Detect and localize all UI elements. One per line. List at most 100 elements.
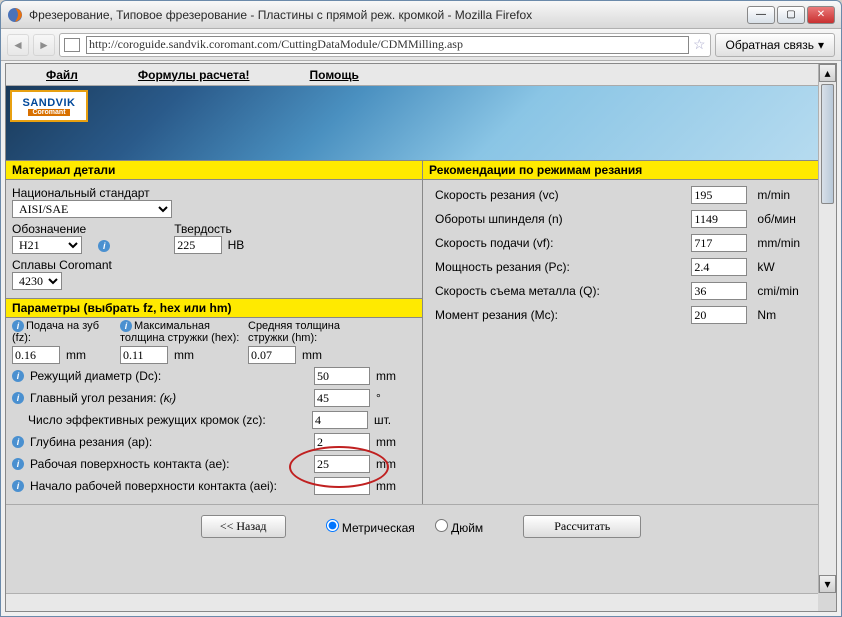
coroguide-app: Файл Формулы расчета! Помощь SANDVIK Cor… xyxy=(6,64,836,548)
metric-radio[interactable] xyxy=(326,519,339,532)
close-button[interactable]: ✕ xyxy=(807,6,835,24)
zc-input[interactable] xyxy=(312,411,368,429)
ap-label: Глубина резания (aр): xyxy=(30,435,310,449)
vf-label: Скорость подачи (vf): xyxy=(431,232,685,254)
menu-help[interactable]: Помощь xyxy=(310,68,359,82)
n-output[interactable] xyxy=(691,210,747,228)
info-icon[interactable] xyxy=(12,370,24,382)
vc-output[interactable] xyxy=(691,186,747,204)
mc-unit: Nm xyxy=(753,304,828,326)
maximize-button[interactable]: ▢ xyxy=(777,6,805,24)
desig-label: Обозначение xyxy=(12,222,86,236)
results-table: Скорость резания (vc) m/min Обороты шпинд… xyxy=(429,182,830,328)
minimize-button[interactable]: — xyxy=(747,6,775,24)
menu-formulas[interactable]: Формулы расчета! xyxy=(138,68,250,82)
aei-unit: mm xyxy=(376,479,416,493)
info-icon[interactable] xyxy=(98,240,110,252)
hex-unit: mm xyxy=(174,348,214,362)
pc-unit: kW xyxy=(753,256,828,278)
zc-unit: шт. xyxy=(374,413,414,427)
url-input[interactable] xyxy=(86,36,689,54)
menu-file[interactable]: Файл xyxy=(46,68,78,82)
angle-unit: ° xyxy=(376,391,416,405)
q-output[interactable] xyxy=(691,282,747,300)
info-icon[interactable] xyxy=(12,436,24,448)
hard-label: Твердость xyxy=(174,222,244,236)
dc-input[interactable] xyxy=(314,367,370,385)
desig-select[interactable]: H21 xyxy=(12,236,82,254)
feedback-button[interactable]: Обратная связь ▾ xyxy=(715,33,835,57)
back-nav-button[interactable]: ◄ xyxy=(7,34,29,56)
scroll-thumb[interactable] xyxy=(821,84,834,204)
banner: SANDVIK Coromant xyxy=(6,86,836,160)
hm-unit: mm xyxy=(302,348,342,362)
browser-window: Фрезерование, Типовое фрезерование - Пла… xyxy=(0,0,842,617)
bottom-controls: << Назад Метрическая Дюйм Рассчитать xyxy=(6,504,836,548)
vc-label: Скорость резания (vc) xyxy=(431,184,685,206)
vc-unit: m/min xyxy=(753,184,828,206)
alloy-select[interactable]: 4230 xyxy=(12,272,62,290)
dc-unit: mm xyxy=(376,369,416,383)
fz-label: Подача на зуб (fz): xyxy=(12,320,99,344)
angle-input[interactable] xyxy=(314,389,370,407)
pc-label: Мощность резания (Pc): xyxy=(431,256,685,278)
ap-input[interactable] xyxy=(314,433,370,451)
mc-output[interactable] xyxy=(691,306,747,324)
page-icon xyxy=(64,38,80,52)
bookmark-star-icon[interactable]: ☆ xyxy=(693,36,706,53)
scroll-down-button[interactable]: ▾ xyxy=(819,575,836,593)
n-label: Обороты шпинделя (n) xyxy=(431,208,685,230)
ae-unit: mm xyxy=(376,457,416,471)
app-menubar: Файл Формулы расчета! Помощь xyxy=(6,64,836,86)
q-label: Скорость съема металла (Q): xyxy=(431,280,685,302)
pc-output[interactable] xyxy=(691,258,747,276)
info-icon[interactable] xyxy=(12,392,24,404)
page-content: Файл Формулы расчета! Помощь SANDVIK Cor… xyxy=(5,63,837,612)
recommend-body: Скорость резания (vc) m/min Обороты шпинд… xyxy=(423,180,836,334)
logo-text-top: SANDVIK xyxy=(22,97,75,109)
material-body: Национальный стандарт AISI/SAE Обозначен… xyxy=(6,180,422,298)
info-icon[interactable] xyxy=(12,320,24,332)
ap-unit: mm xyxy=(376,435,416,449)
ae-input[interactable] xyxy=(314,455,370,473)
q-unit: cmi/min xyxy=(753,280,828,302)
aei-input[interactable] xyxy=(314,477,370,495)
alloy-label: Сплавы Coromant xyxy=(12,258,112,272)
right-column: Рекомендации по режимам резания Скорость… xyxy=(423,160,836,504)
info-icon[interactable] xyxy=(120,320,132,332)
fz-input[interactable] xyxy=(12,346,60,364)
zc-label: Число эффективных режущих кромок (zc): xyxy=(28,413,308,427)
hm-input[interactable] xyxy=(248,346,296,364)
angle-label: Главный угол резания: (κᵣ) xyxy=(30,391,310,405)
main-columns: Материал детали Национальный стандарт AI… xyxy=(6,160,836,504)
metric-option[interactable]: Метрическая xyxy=(326,519,415,535)
info-icon[interactable] xyxy=(12,480,24,492)
fz-unit: mm xyxy=(66,348,106,362)
scroll-up-button[interactable]: ▴ xyxy=(819,64,836,82)
std-select[interactable]: AISI/SAE xyxy=(12,200,172,218)
calculate-button[interactable]: Рассчитать xyxy=(523,515,641,538)
url-bar[interactable]: ☆ xyxy=(59,33,711,57)
window-title: Фрезерование, Типовое фрезерование - Пла… xyxy=(29,8,747,22)
params-body: Подача на зуб (fz): mm Максимальная толщ… xyxy=(6,318,422,504)
hex-input[interactable] xyxy=(120,346,168,364)
dc-label: Режущий диаметр (Dc): xyxy=(30,369,310,383)
unit-radio-group: Метрическая Дюйм xyxy=(326,519,484,535)
logo-text-bot: Coromant xyxy=(28,109,69,116)
firefox-icon xyxy=(7,7,23,23)
aei-label: Начало рабочей поверхности контакта (aei… xyxy=(30,479,310,493)
hardness-input[interactable] xyxy=(174,236,222,254)
back-button[interactable]: << Назад xyxy=(201,515,286,538)
dropdown-icon: ▾ xyxy=(818,38,824,52)
sandvik-logo: SANDVIK Coromant xyxy=(10,90,88,122)
feedback-label: Обратная связь xyxy=(726,38,814,52)
horizontal-scrollbar[interactable] xyxy=(6,593,818,611)
info-icon[interactable] xyxy=(12,458,24,470)
browser-toolbar: ◄ ► ☆ Обратная связь ▾ xyxy=(1,29,841,61)
forward-nav-button[interactable]: ► xyxy=(33,34,55,56)
vertical-scrollbar[interactable]: ▴ ▾ xyxy=(818,64,836,593)
inch-radio[interactable] xyxy=(435,519,448,532)
vf-output[interactable] xyxy=(691,234,747,252)
inch-option[interactable]: Дюйм xyxy=(435,519,483,535)
hex-label: Максимальная толщина стружки (hex): xyxy=(120,320,239,344)
